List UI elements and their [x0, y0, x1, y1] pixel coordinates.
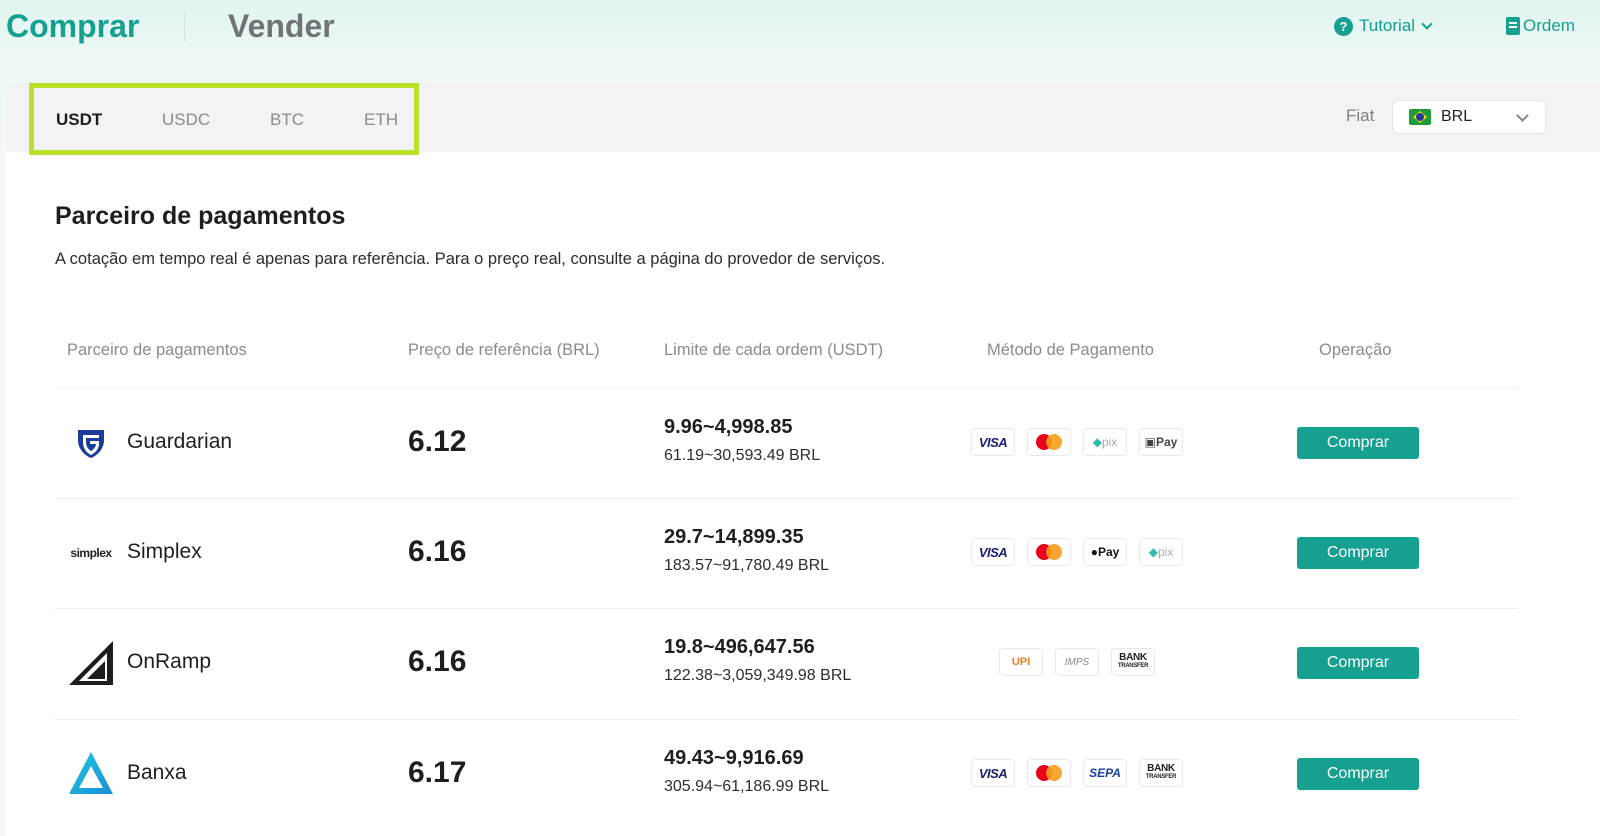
buy-button[interactable]: Comprar [1297, 647, 1419, 679]
mastercard-icon [1027, 428, 1071, 456]
partner-name: OnRamp [127, 650, 212, 673]
partner-name: Guardarian [127, 430, 233, 453]
section-title: Parceiro de pagamentos [55, 202, 346, 230]
tab-buy[interactable]: Comprar [6, 8, 139, 45]
brazil-flag-icon [1409, 109, 1431, 125]
chevron-down-icon [1516, 109, 1529, 122]
column-header-operation: Operação [1319, 341, 1392, 359]
tutorial-link[interactable]: ? Tutorial [1334, 16, 1433, 36]
tab-eth[interactable]: ETH [364, 110, 398, 130]
reference-price: 6.12 [408, 425, 467, 458]
reference-price: 6.17 [408, 756, 467, 789]
pix-icon: ◆ pix [1139, 538, 1183, 566]
fiat-select[interactable]: BRL [1392, 100, 1546, 134]
tab-sell[interactable]: Vender [228, 8, 335, 45]
upi-icon: UPI [999, 648, 1043, 676]
tutorial-label: Tutorial [1359, 16, 1416, 35]
apple-pay-icon: ● Pay [1083, 538, 1127, 566]
buy-button[interactable]: Comprar [1297, 427, 1419, 459]
fiat-label: Fiat [1346, 106, 1375, 125]
order-limit-fiat: 183.57~91,780.49 BRL [664, 557, 830, 574]
pix-icon: ◆ pix [1083, 428, 1127, 456]
partner-name: Banxa [127, 761, 187, 784]
order-limit: 49.43~9,916.69 [664, 747, 804, 769]
guardarian-logo [67, 419, 115, 467]
tab-btc[interactable]: BTC [270, 110, 304, 130]
order-limit: 9.96~4,998.85 [664, 416, 793, 438]
mastercard-icon [1027, 759, 1071, 787]
reference-price: 6.16 [408, 645, 467, 678]
column-header-partner: Parceiro de pagamentos [67, 341, 247, 359]
column-header-payment-method: Método de Pagamento [987, 341, 1154, 359]
chevron-down-icon [1421, 18, 1433, 30]
main-card: USDT USDC BTC ETH Fiat BRL Parceiro de p… [6, 82, 1600, 836]
tab-divider [184, 12, 185, 42]
top-bar: Comprar Vender ? Tutorial Ordem [0, 0, 1600, 60]
table-row: OnRamp 6.16 19.8~496,647.56 122.38~3,059… [55, 609, 1517, 719]
order-limit-fiat: 122.38~3,059,349.98 BRL [664, 667, 852, 684]
visa-icon: VISA [971, 428, 1015, 456]
onramp-logo [67, 639, 115, 687]
table-row: simplex Simplex 6.16 29.7~14,899.35 183.… [55, 499, 1517, 609]
buy-button[interactable]: Comprar [1297, 758, 1419, 790]
card-header: USDT USDC BTC ETH Fiat BRL [6, 82, 1600, 155]
google-pay-icon: ▣ Pay [1139, 428, 1183, 456]
section-description: A cotação em tempo real é apenas para re… [55, 250, 886, 268]
imps-icon: IMPS [1055, 648, 1099, 676]
coin-tabs: USDT USDC BTC ETH [29, 83, 419, 155]
bank-transfer-icon: BANK TRANSFER [1139, 759, 1183, 787]
simplex-logo: simplex [70, 546, 112, 560]
buy-button[interactable]: Comprar [1297, 537, 1419, 569]
fiat-value: BRL [1441, 108, 1473, 125]
document-icon [1506, 17, 1520, 35]
order-limit-fiat: 305.94~61,186.99 BRL [664, 778, 830, 795]
column-header-limit: Limite de cada ordem (USDT) [664, 341, 884, 359]
mastercard-icon [1027, 538, 1071, 566]
bank-transfer-icon: BANK TRANSFER [1111, 648, 1155, 676]
visa-icon: VISA [971, 538, 1015, 566]
reference-price: 6.16 [408, 535, 467, 568]
banxa-logo [67, 750, 115, 798]
visa-icon: VISA [971, 759, 1015, 787]
order-limit-fiat: 61.19~30,593.49 BRL [664, 447, 821, 464]
tab-usdc[interactable]: USDC [162, 110, 210, 130]
table-row: Guardarian 6.12 9.96~4,998.85 61.19~30,5… [55, 389, 1517, 499]
help-icon: ? [1334, 16, 1353, 36]
table-row: Banxa 6.17 49.43~9,916.69 305.94~61,186.… [55, 720, 1517, 830]
order-limit: 29.7~14,899.35 [664, 526, 804, 548]
tab-usdt[interactable]: USDT [56, 110, 102, 130]
order-limit: 19.8~496,647.56 [664, 636, 815, 658]
sepa-icon: SEPA [1083, 759, 1127, 787]
order-link[interactable]: Ordem [1506, 16, 1575, 36]
column-header-price: Preço de referência (BRL) [408, 341, 600, 359]
order-label: Ordem [1523, 16, 1575, 35]
partner-name: Simplex [127, 540, 202, 563]
